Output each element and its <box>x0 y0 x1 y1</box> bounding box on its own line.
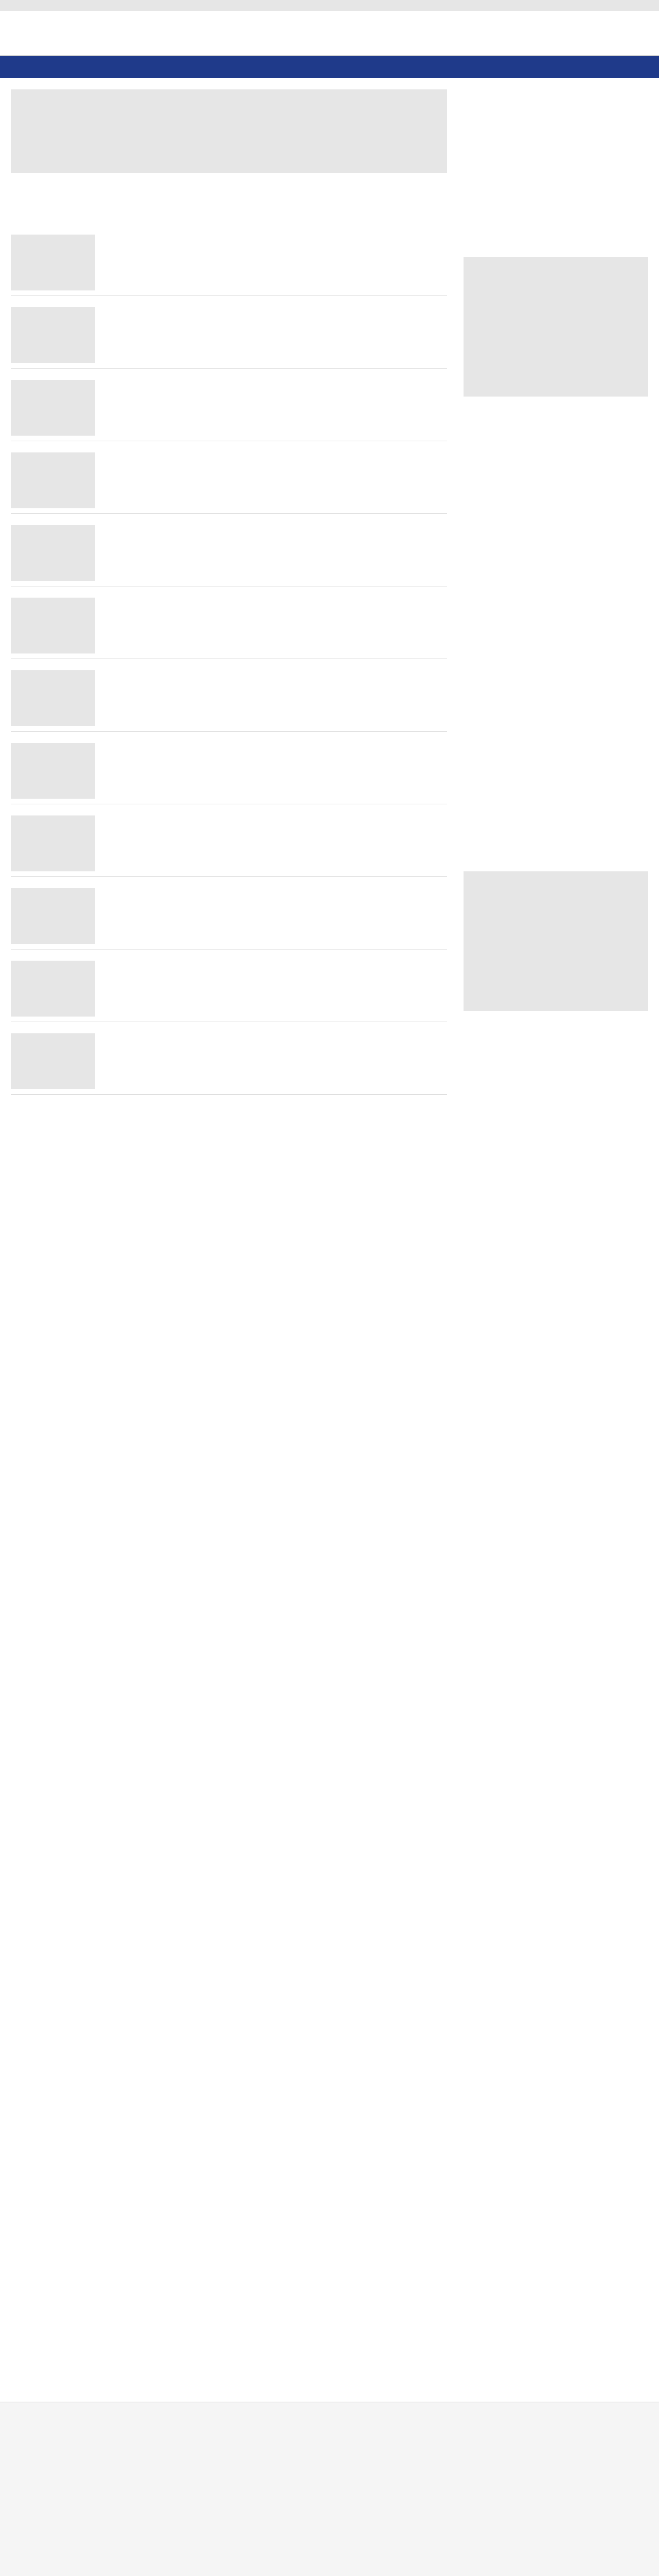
nav-item[interactable] <box>296 61 341 73</box>
article-thumbnail <box>11 815 95 871</box>
article-thumbnail <box>11 380 95 436</box>
article-row[interactable] <box>11 882 447 950</box>
article-thumbnail <box>11 961 95 1017</box>
nav-item[interactable] <box>184 61 229 73</box>
article-thumbnail <box>11 452 95 508</box>
article-row[interactable] <box>11 955 447 1022</box>
sidebar-ad <box>464 257 648 397</box>
article-row[interactable] <box>11 665 447 732</box>
hero-banner <box>11 89 447 173</box>
sidebar <box>464 89 648 1318</box>
site-header <box>0 11 659 56</box>
article-row[interactable] <box>11 302 447 369</box>
article-row[interactable] <box>11 447 447 514</box>
article-thumbnail <box>11 307 95 363</box>
article-thumbnail <box>11 888 95 944</box>
nav-item[interactable] <box>352 61 397 73</box>
article-thumbnail <box>11 235 95 290</box>
nav-item[interactable] <box>240 61 285 73</box>
sidebar-ad <box>464 871 648 1011</box>
address-bar[interactable] <box>0 0 659 11</box>
site-footer <box>0 2402 659 2576</box>
article-row[interactable] <box>11 374 447 441</box>
article-thumbnail <box>11 525 95 581</box>
article-thumbnail <box>11 1033 95 1089</box>
nav-item[interactable] <box>17 61 61 73</box>
article-row[interactable] <box>11 592 447 659</box>
nav-item[interactable] <box>128 61 173 73</box>
article-thumbnail <box>11 743 95 799</box>
article-row[interactable] <box>11 737 447 804</box>
article-row[interactable] <box>11 1028 447 1095</box>
article-row[interactable] <box>11 519 447 586</box>
nav-item[interactable] <box>73 61 117 73</box>
article-thumbnail <box>11 598 95 653</box>
article-row[interactable] <box>11 229 447 296</box>
article-thumbnail <box>11 670 95 726</box>
article-row[interactable] <box>11 810 447 877</box>
main-column <box>11 89 447 2379</box>
